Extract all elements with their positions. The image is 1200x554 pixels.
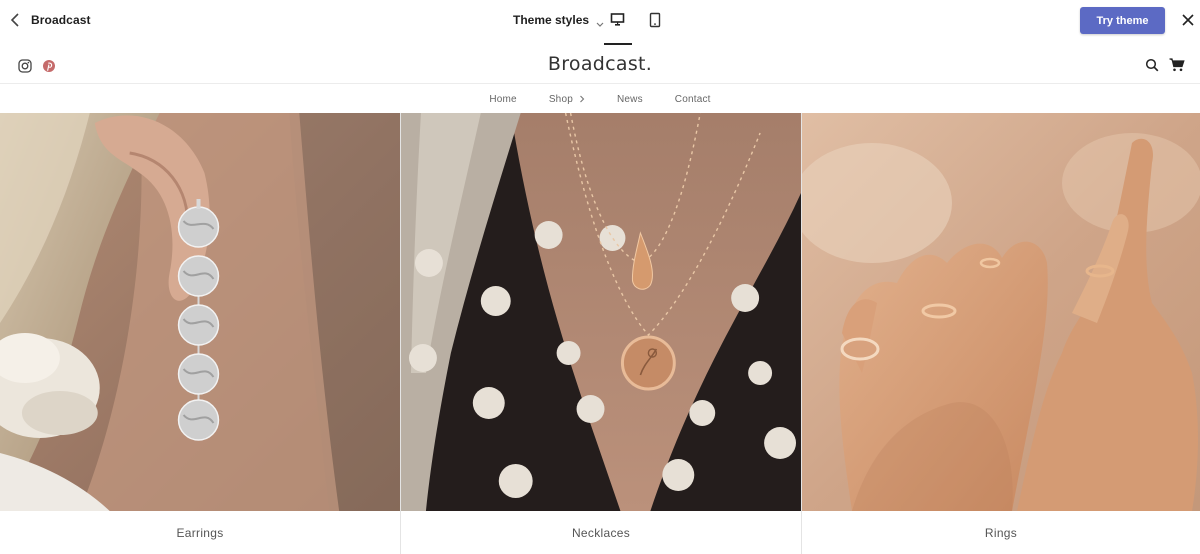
chevron-down-icon [596, 17, 604, 27]
cart-icon[interactable] [1169, 58, 1185, 72]
collection-tile-necklaces[interactable]: Necklaces [401, 113, 802, 554]
theme-styles-dropdown[interactable]: Theme styles [513, 13, 604, 27]
store-header: Broadcast. [0, 44, 1200, 84]
collection-image-rings [802, 113, 1200, 511]
nav-item-news[interactable]: News [617, 94, 643, 105]
try-theme-button[interactable]: Try theme [1080, 7, 1165, 34]
desktop-icon[interactable] [609, 12, 627, 28]
collection-image-earrings [0, 113, 400, 511]
mobile-icon[interactable] [649, 12, 661, 28]
nav-item-home[interactable]: Home [489, 94, 516, 105]
theme-styles-label: Theme styles [513, 13, 590, 27]
store-logo-link[interactable]: Broadcast. [548, 53, 652, 75]
close-icon[interactable] [1181, 13, 1195, 27]
collection-label: Necklaces [571, 525, 631, 540]
collection-label: Earrings [176, 525, 224, 540]
nav-item-label: Home [489, 93, 517, 105]
collection-image-necklaces [401, 113, 801, 511]
collection-tile-rings[interactable]: Rings [802, 113, 1200, 554]
nav-item-label: Shop [548, 93, 573, 105]
nav-item-contact[interactable]: Contact [675, 94, 711, 105]
theme-name[interactable]: Broadcast [31, 13, 91, 27]
chevron-left-icon[interactable] [8, 11, 24, 29]
preview-toolbar: Broadcast Theme styles Try theme [0, 0, 1200, 45]
chevron-right-icon [579, 95, 585, 103]
nav-item-label: News [616, 93, 643, 105]
main-nav: Home Shop News Contact [0, 85, 1200, 113]
collection-label: Rings [984, 525, 1018, 540]
collection-tile-earrings[interactable]: Earrings [0, 113, 401, 554]
nav-item-shop[interactable]: Shop [549, 94, 585, 105]
store-brand: Broadcast. [0, 53, 1200, 75]
search-icon[interactable] [1145, 58, 1159, 72]
collection-grid: Earrings Necklaces Rings [0, 113, 1200, 554]
nav-item-label: Contact [674, 93, 711, 105]
